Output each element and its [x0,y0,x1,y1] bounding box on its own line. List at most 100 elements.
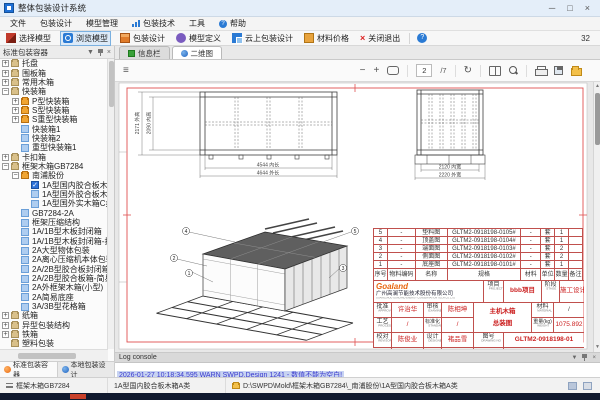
tree-item[interactable]: +铁箱 [0,330,108,339]
tab-info-panel[interactable]: 信息栏 [119,46,170,59]
tree-item[interactable]: GB7284-2A [0,209,108,218]
fit-width-button[interactable] [387,66,399,75]
tree-item[interactable]: +S型快装箱 [0,106,108,115]
log-pin-icon[interactable] [582,354,587,361]
parts-table-row: 5-垫料图GLTM2-0918198-0105#-套1 [374,228,583,236]
tree-expander-icon[interactable]: + [2,70,9,77]
tree-item[interactable]: ✓1A型国内胶合板木箱A类 [0,180,108,189]
scroll-up-arrow[interactable]: ▲ [594,82,600,91]
status-tool-icon-2[interactable] [583,382,592,390]
tree-item[interactable]: 3A/3B型花格箱 [0,302,108,311]
tree-item[interactable]: 重型快装箱1 [0,143,108,152]
help-circle-icon[interactable]: ? [417,33,427,43]
page-number-input[interactable] [416,64,432,77]
canvas-vscroll-thumb[interactable] [595,93,600,145]
menu-help[interactable]: ? 帮助 [219,18,246,29]
tree-item[interactable]: +托盘 [0,59,108,68]
tree-expander-icon[interactable]: + [2,60,9,67]
tree-item[interactable]: 1A/1B型木板封闭箱 [0,227,108,236]
tree-expander-icon[interactable]: + [2,331,9,338]
dropdown-arrow-icon[interactable]: ▼ [87,49,94,56]
tree-item[interactable]: 2A离心压缩机本体包装箱 [0,255,108,264]
tree-vscroll-thumb[interactable] [109,61,114,107]
tree-expander-icon[interactable]: − [2,163,9,170]
close-button[interactable]: × [585,3,590,13]
status-tool-icon-1[interactable] [568,382,577,390]
tree-item[interactable]: +围板箱 [0,68,108,77]
check-icon[interactable]: ✓ [31,181,39,189]
tab-standard-containers[interactable]: 标准包装容器 [0,362,58,377]
menu-model-management[interactable]: 模型管理 [86,18,118,29]
tree-item[interactable]: 1A型国外实木箱C类 [0,199,108,208]
tree-expander-icon[interactable]: + [2,79,9,86]
tree-item[interactable]: −框架木箱GB7284 [0,162,108,171]
tree-item[interactable]: −南浦股份 [0,171,108,180]
log-close-icon[interactable]: × [592,355,596,361]
log-dropdown-icon[interactable]: ▼ [572,355,578,361]
save-icon[interactable] [554,66,563,75]
tree-hscroll-thumb[interactable] [18,353,76,359]
title-block: Goaland 广州高澜节能技术股份有限公司 GUANGZHOU GOALAND… [374,280,584,348]
tree-expander-icon[interactable]: + [12,98,19,105]
tree-item[interactable]: +纸箱 [0,311,108,320]
material-price-button[interactable]: 材料价格 [302,32,351,45]
tree-item[interactable]: 1A/1B型木板封闭箱-按外尺 [0,237,108,246]
page-spread-button[interactable] [489,66,501,76]
tree-item[interactable]: 塑料包装 [0,339,108,348]
tree-expander-icon[interactable]: − [12,172,19,179]
select-model-button[interactable]: 选择模型 [4,32,53,45]
close-exit-button[interactable]: ×关闭退出 [358,32,402,45]
tree-item[interactable]: 2A/2B型胶合板箱-简易底座 [0,274,108,283]
tree-vertical-scrollbar[interactable] [107,59,114,349]
canvas-vertical-scrollbar[interactable]: ▲ ▼ [593,82,600,352]
tree-item[interactable]: +S重型快装箱 [0,115,108,124]
tree-item[interactable]: −快装箱 [0,87,108,96]
tree-expander-icon[interactable]: − [2,88,9,95]
maximize-button[interactable]: □ [567,3,572,13]
tree-item[interactable]: 2A简易底座 [0,293,108,302]
tree-item[interactable]: +常用木箱 [0,78,108,87]
sidebar-tabs: 标准包装容器 本地包装设计 [0,361,115,377]
tree-item[interactable]: 1A型国外胶合板木箱B类 [0,190,108,199]
pin-icon[interactable] [98,49,103,56]
tree-item[interactable]: +卡扣箱 [0,152,108,161]
tree-item[interactable]: +异型包装结构 [0,321,108,330]
menu-packaging-design[interactable]: 包装设计 [40,18,72,29]
menu-tools[interactable]: 工具 [189,18,205,29]
drawing-canvas[interactable]: 2171 外高 2090 内高 4544 内长 4644 外长 [115,82,593,352]
browse-model-button[interactable]: 浏览模型 [60,31,111,46]
packaging-design-button[interactable]: 包装设计 [118,32,167,45]
tree-expander-icon[interactable]: + [12,107,19,114]
tree-item[interactable]: 快装箱1 [0,124,108,133]
parts-cell: 侧面图 [416,252,448,260]
scroll-down-arrow[interactable]: ▼ [594,343,600,352]
print-icon[interactable] [535,66,546,75]
search-icon[interactable] [509,66,518,75]
tree-item[interactable]: 框架压缩结构 [0,218,108,227]
tree-expander-icon[interactable]: + [2,312,9,319]
open-folder-icon[interactable] [571,68,582,76]
minimize-button[interactable]: ─ [549,3,555,13]
zoom-in-button[interactable]: + [374,65,380,76]
tab-local-packaging[interactable]: 本地包装设计 [58,362,116,377]
tree-item[interactable]: 2A外框架木箱(小型) [0,283,108,292]
tree-item[interactable]: 2A/2B型胶合板封闭箱 [0,265,108,274]
menu-file[interactable]: 文件 [10,18,26,29]
tree-item[interactable]: 2A大型物体包装 [0,246,108,255]
tree-item[interactable]: +P型快装箱 [0,96,108,105]
menu-packaging-tech[interactable]: 包装技术 [132,18,175,29]
zoom-out-button[interactable]: − [360,65,366,76]
tab-2d-drawing[interactable]: 二维图 [172,46,223,59]
tree-expander-icon[interactable]: + [2,322,9,329]
status-current-category: 框架木箱GB7284 [0,378,108,393]
sidebar-toggle-icon[interactable]: ≡ [123,65,129,76]
tree-item[interactable]: 快装箱2 [0,134,108,143]
tree-expander-icon[interactable]: + [2,154,9,161]
model-define-button[interactable]: 模型定义 [174,32,223,45]
taskbar-app-sliver [70,394,86,399]
parts-cell: - [388,228,416,236]
rotate-button[interactable]: ↻ [464,65,472,76]
cloud-packaging-button[interactable]: 云上包装设计 [230,32,295,45]
tree-expander-icon[interactable]: + [12,116,19,123]
panel-close-icon[interactable]: × [107,49,111,56]
